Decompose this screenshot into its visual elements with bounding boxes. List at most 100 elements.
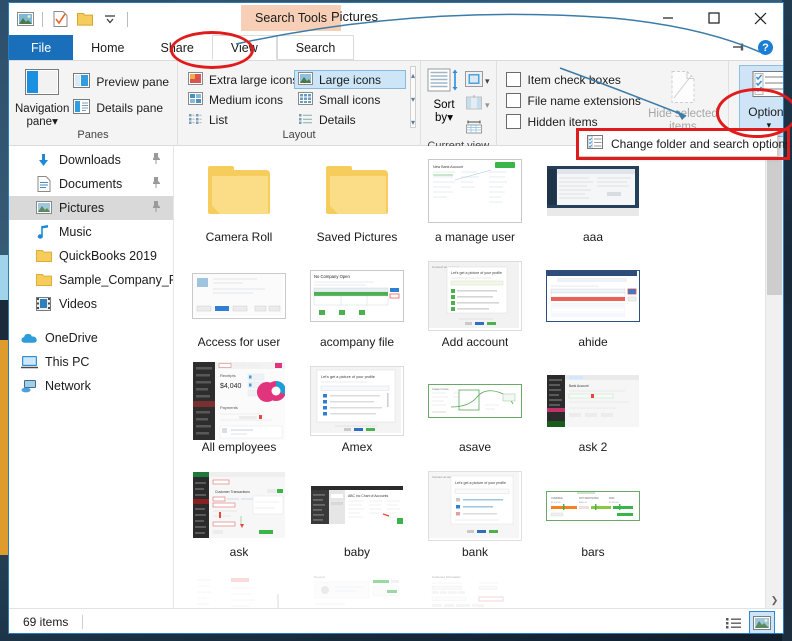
file-name-extensions-checkbox[interactable]: File name extensions (503, 92, 644, 109)
sidebar-item-videos[interactable]: Videos (9, 292, 173, 316)
layout-extra-large-icons[interactable]: Extra large icons (184, 70, 298, 89)
maximize-button[interactable] (691, 3, 737, 33)
list-item[interactable]: OVERDUE NOT DEPOSITED PAID $1,500.00 $800.0… (534, 467, 652, 567)
sidebar-item-sample-company-file[interactable]: Sample_Company_F (9, 268, 173, 292)
list-item[interactable]: New Bank Account a manage user (416, 152, 534, 252)
layout-medium-icons[interactable]: Medium icons (184, 90, 294, 109)
list-item[interactable]: Customer Transactions ask (180, 467, 298, 567)
tab-view[interactable]: View (211, 35, 277, 60)
list-item[interactable]: Create Invoice asave (416, 362, 534, 462)
minimize-button[interactable] (645, 3, 691, 33)
customize-chevron-icon[interactable] (100, 9, 120, 29)
music-note-icon (35, 224, 52, 241)
options-dropdown-menu[interactable]: Change folder and search options (578, 130, 791, 157)
layout-spin-up[interactable]: ▴ (411, 71, 415, 80)
thumbnail-wrap: Receipts $4,040 Payments (180, 362, 298, 440)
new-folder-icon[interactable] (75, 9, 95, 29)
list-item[interactable]: Access for user (180, 257, 298, 357)
list-item[interactable]: Receipts $4,040 Payments All employees (180, 362, 298, 462)
thumbnail-wrap: Bank Account (534, 362, 652, 440)
list-item[interactable]: Saved Pictures (298, 152, 416, 252)
list-item[interactable]: ABC Inc Chart of Accounts baby (298, 467, 416, 567)
preview-pane-button[interactable]: Preview pane (69, 71, 173, 93)
sidebar-label: Pictures (59, 201, 105, 215)
sort-by-button[interactable]: Sort by▾ (427, 68, 461, 140)
image-thumbnail: New Bank Account (428, 159, 522, 223)
group-by-button[interactable]: ▾ (465, 71, 490, 92)
layout-small-icons[interactable]: Small icons (294, 90, 406, 109)
sidebar-item-this-pc[interactable]: This PC (9, 350, 173, 374)
list-item[interactable]: No Company Open acompany file (298, 257, 416, 357)
properties-checkmark-icon[interactable] (50, 9, 70, 29)
options-button[interactable]: Options ▾ (738, 65, 783, 137)
details-view-button[interactable] (721, 612, 745, 633)
tab-search[interactable]: Search (276, 35, 355, 60)
checkbox-square-icon[interactable] (505, 93, 521, 108)
add-columns-caret[interactable]: ▾ (485, 100, 490, 111)
sidebar-item-downloads[interactable]: Downloads (9, 148, 173, 172)
item-label: ahide (578, 335, 608, 349)
vertical-scrollbar[interactable]: ▲ ❯ (765, 146, 783, 608)
item-check-boxes-checkbox[interactable]: Item check boxes (503, 71, 644, 88)
list-item[interactable]: Connect an account Let's get a picture o… (416, 257, 534, 357)
item-label: Camera Roll (205, 230, 273, 244)
navigation-pane-caret[interactable]: ▾ (52, 116, 58, 128)
checkbox-square-icon[interactable] (505, 114, 521, 129)
details-pane-icon (73, 99, 91, 117)
layout-details[interactable]: Details (294, 110, 406, 129)
layout-spin-more[interactable]: ▾ (411, 118, 415, 127)
list-item[interactable]: Customer Information (416, 572, 534, 608)
close-button[interactable] (737, 3, 783, 33)
tab-home[interactable]: Home (73, 35, 143, 60)
list-item[interactable]: Receipts (298, 572, 416, 608)
layout-list[interactable]: List (184, 110, 294, 129)
sidebar-item-pictures[interactable]: Pictures (9, 196, 173, 220)
size-all-columns-button[interactable] (465, 119, 490, 140)
group-by-caret[interactable]: ▾ (485, 76, 490, 87)
window-title: Pictures (331, 9, 378, 24)
app-picture-icon[interactable] (15, 9, 35, 29)
small-icons-icon (298, 91, 313, 108)
add-columns-button[interactable]: ▾ (465, 95, 490, 116)
svg-text:Create Invoice: Create Invoice (432, 387, 449, 391)
pin-icon[interactable] (151, 177, 161, 191)
help-icon[interactable]: ? (758, 40, 773, 55)
item-label: All employees (201, 440, 277, 454)
pin-icon[interactable] (151, 153, 161, 167)
list-item[interactable]: Bank Account ask 2 (534, 362, 652, 462)
onedrive-cloud-icon (21, 330, 38, 347)
layout-large-icons[interactable]: Large icons (294, 70, 406, 89)
scroll-down-arrow[interactable]: ❯ (766, 592, 783, 608)
list-item[interactable]: Camera Roll (180, 152, 298, 252)
list-item[interactable] (180, 572, 298, 608)
checkbox-square-icon[interactable] (505, 72, 521, 87)
pin-ribbon-icon[interactable] (732, 39, 748, 57)
details-pane-button[interactable]: Details pane (69, 97, 173, 119)
layout-spin-down[interactable]: ▾ (411, 95, 415, 104)
sidebar-item-documents[interactable]: Documents (9, 172, 173, 196)
list-item[interactable]: Connect an account Let's get a picture o… (416, 467, 534, 567)
ribbon-group-panes: Navigation pane▾ Preview pane Details pa… (9, 61, 178, 145)
sort-by-caret[interactable]: ▾ (447, 112, 453, 124)
sidebar-item-onedrive[interactable]: OneDrive (9, 326, 173, 350)
hidden-items-checkbox[interactable]: Hidden items (503, 113, 644, 130)
image-thumbnail (547, 166, 639, 216)
sidebar-item-quickbooks-2019[interactable]: QuickBooks 2019 (9, 244, 173, 268)
scrollbar-thumb[interactable] (767, 160, 782, 295)
change-folder-and-search-options-item[interactable]: Change folder and search options (579, 131, 791, 156)
large-icons-view-button[interactable] (749, 611, 775, 633)
sidebar-item-network[interactable]: Network (9, 374, 173, 398)
details-icon (298, 112, 313, 128)
sidebar-item-music[interactable]: Music (9, 220, 173, 244)
pin-icon[interactable] (151, 201, 161, 215)
svg-text:Receipts: Receipts (314, 575, 325, 579)
list-item[interactable]: Let's get a picture of your profile Amex (298, 362, 416, 462)
tab-file[interactable]: File (9, 35, 74, 60)
file-list-area[interactable]: Camera Roll Saved Pictures New Bank Acco… (174, 146, 783, 608)
thumbnail-wrap (180, 572, 298, 608)
tab-share[interactable]: Share (142, 35, 212, 60)
navigation-pane-button[interactable]: Navigation pane▾ (15, 66, 69, 129)
layout-scroll-spinner[interactable]: ▴ ▾ ▾ (410, 66, 417, 128)
list-item[interactable]: aaa (534, 152, 652, 252)
list-item[interactable]: ahide (534, 257, 652, 357)
